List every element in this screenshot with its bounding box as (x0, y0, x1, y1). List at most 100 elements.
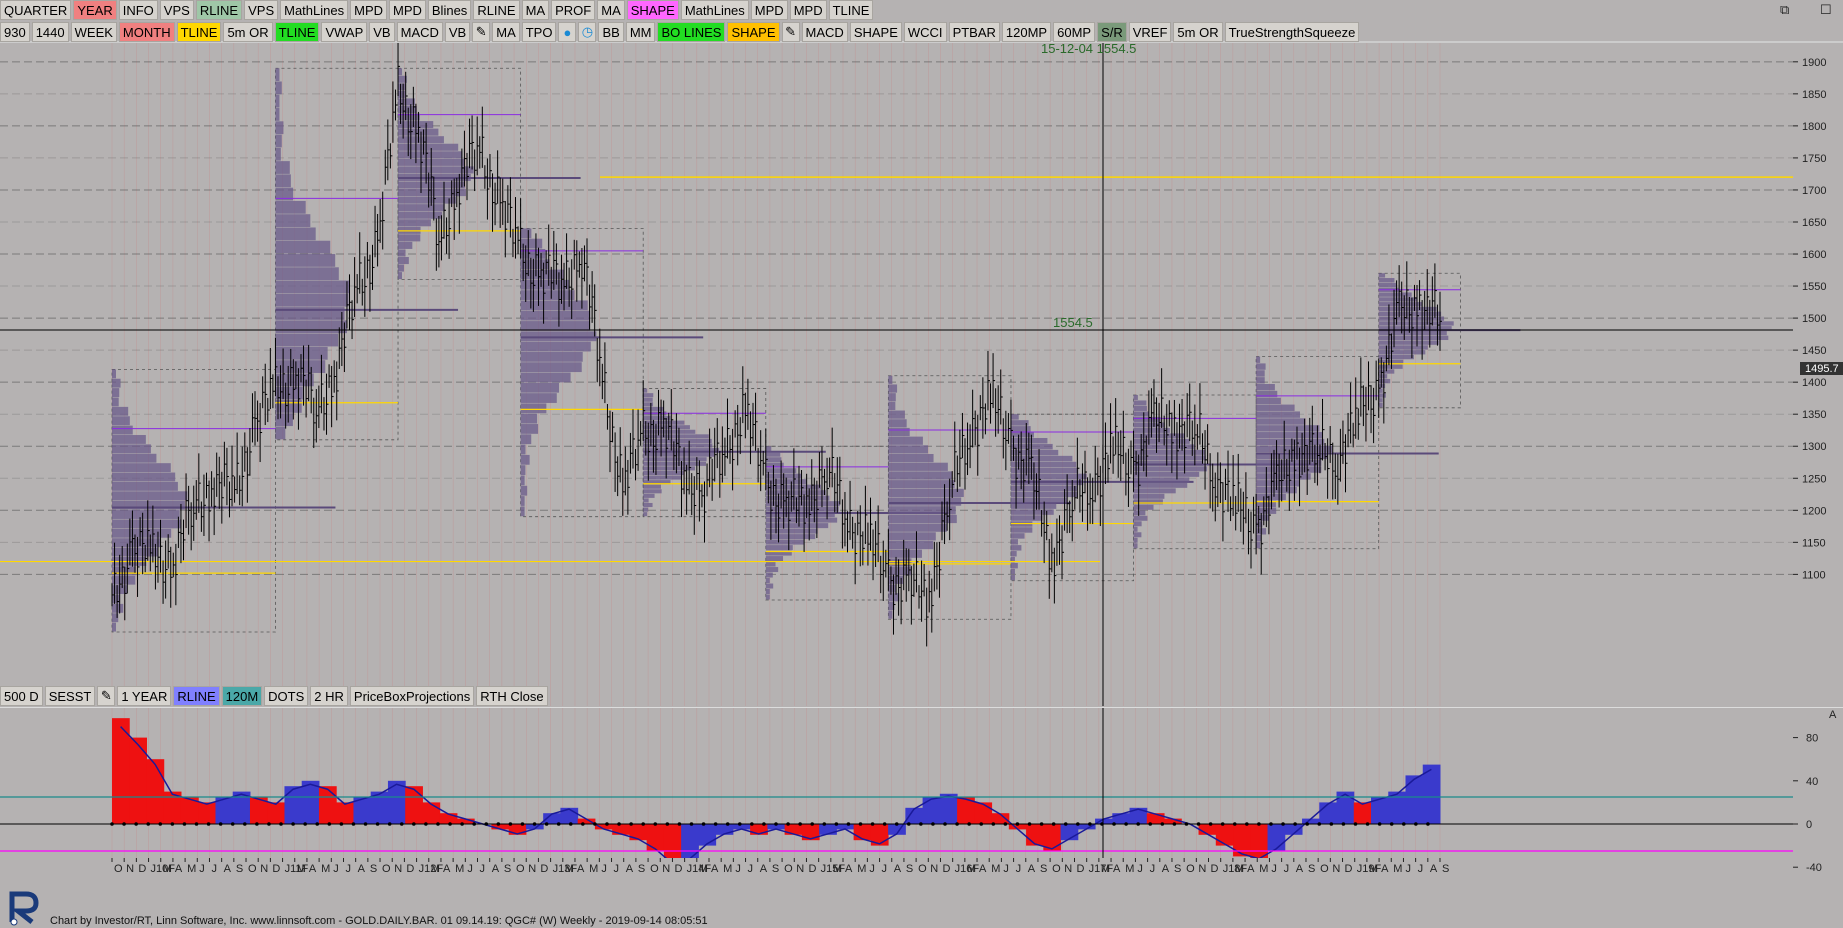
profile-bar (1133, 543, 1138, 549)
pencil-icon[interactable]: ✎ (781, 22, 800, 42)
study-button-macd[interactable]: MACD (396, 22, 443, 42)
study-button-s-r[interactable]: S/R (1097, 22, 1127, 42)
maximize-icon[interactable]: ☐ (1820, 2, 1832, 18)
study-button-truestrengthsqueeze[interactable]: TrueStrengthSqueeze (1224, 22, 1360, 42)
study-button-vps[interactable]: VPS (244, 0, 279, 20)
squeeze-dot (1160, 822, 1165, 826)
study-button-vwap[interactable]: VWAP (321, 22, 368, 42)
study-button-ma[interactable]: MA (597, 0, 625, 20)
study-button-ma[interactable]: MA (521, 0, 550, 20)
indicator-tick-label: 40 (1806, 776, 1818, 788)
study-button-priceboxprojections[interactable]: PriceBoxProjections (349, 686, 475, 706)
time-tick-label: S (370, 863, 377, 875)
study-button-vb[interactable]: VB (444, 22, 471, 42)
study-button-quarter[interactable]: QUARTER (0, 0, 72, 20)
restore-icon[interactable]: ⧉ (1780, 2, 1789, 18)
price-tick-label: 1550 (1802, 281, 1826, 293)
study-button-vref[interactable]: VREF (1128, 22, 1172, 42)
time-tick-label: A (358, 863, 366, 875)
time-tick-label: M (589, 863, 598, 875)
study-button-ptbar[interactable]: PTBAR (948, 22, 1000, 42)
study-button-ma[interactable]: MA (492, 22, 520, 42)
profile-bar (1378, 297, 1417, 302)
study-button-rline[interactable]: RLINE (195, 0, 243, 20)
study-button-vb[interactable]: VB (369, 22, 395, 42)
study-button-blines[interactable]: Blines (427, 0, 472, 20)
time-tick-label: O (784, 863, 793, 875)
study-button-mpd[interactable]: MPD (789, 0, 827, 20)
study-button-120mp[interactable]: 120MP (1001, 22, 1052, 42)
study-button-year[interactable]: YEAR (73, 0, 117, 20)
squeeze-dot (412, 822, 416, 826)
study-button-rline[interactable]: RLINE (173, 686, 220, 706)
time-tick-label: S (906, 863, 913, 875)
study-button-2-hr[interactable]: 2 HR (310, 686, 348, 706)
study-button-info[interactable]: INFO (118, 0, 158, 20)
study-button-bo-lines[interactable]: BO LINES (657, 22, 726, 42)
profile-bar (888, 375, 893, 384)
study-button-bb[interactable]: BB (598, 22, 624, 42)
study-button-month[interactable]: MONTH (118, 22, 175, 42)
squeeze-dot (665, 822, 670, 826)
study-button-tline[interactable]: TLINE (828, 0, 874, 20)
indicator-chart[interactable]: 80400-40 A O N D J10FM A M J J A S O N D J11FM A M J J A S O… (0, 708, 1843, 888)
study-button-rth-close[interactable]: RTH Close (476, 686, 548, 706)
study-button-macd[interactable]: MACD (801, 22, 848, 42)
profile-bar (398, 272, 403, 280)
price-chart[interactable]: 15-12-04 1554.5 1554.5 1900 1850 1800 1750 1… (0, 43, 1843, 706)
time-tick-label: M (1101, 863, 1110, 875)
pencil-icon[interactable]: ✎ (97, 686, 116, 706)
squeeze-dot (424, 822, 428, 826)
profile-bar (765, 539, 804, 545)
study-button-shape[interactable]: SHAPE (849, 22, 902, 42)
study-button-shape[interactable]: SHAPE (727, 22, 780, 42)
clock-icon[interactable]: ◷ (578, 22, 597, 42)
study-button-sesst[interactable]: SESST (44, 686, 96, 706)
study-button-mpd[interactable]: MPD (750, 0, 788, 20)
study-button-shape[interactable]: SHAPE (626, 0, 679, 20)
profile-bar (643, 484, 661, 489)
profile-bar (275, 240, 331, 254)
study-button-1440[interactable]: 1440 (31, 22, 69, 42)
time-tick-label: A (1381, 863, 1389, 875)
study-button-1-year[interactable]: 1 YEAR (117, 686, 172, 706)
study-button-mpd[interactable]: MPD (389, 0, 426, 20)
study-button-60mp[interactable]: 60MP (1053, 22, 1096, 42)
time-tick-label: J (869, 863, 875, 875)
study-button-120m[interactable]: 120M (221, 686, 263, 706)
study-button-mm[interactable]: MM (625, 22, 656, 42)
profile-bar (1010, 473, 1087, 480)
drop-icon[interactable]: ● (558, 22, 577, 42)
squeeze-dot (822, 822, 827, 826)
study-button-5m-or[interactable]: 5m OR (1173, 22, 1223, 42)
time-tick-label: A (711, 863, 719, 875)
study-button-mathlines[interactable]: MathLines (680, 0, 749, 20)
profile-bar (1256, 411, 1301, 418)
study-button-tline[interactable]: TLINE (176, 22, 222, 42)
study-button-rline[interactable]: RLINE (473, 0, 520, 20)
time-tick-label: D (808, 863, 816, 875)
study-button-tpo[interactable]: TPO (521, 22, 557, 42)
profile-bar (275, 333, 339, 347)
profile-bar (520, 506, 525, 517)
study-button-prof[interactable]: PROF (551, 0, 596, 20)
study-button-tline[interactable]: TLINE (274, 22, 320, 42)
study-button-mpd[interactable]: MPD (350, 0, 387, 20)
study-button-930[interactable]: 930 (0, 22, 30, 42)
profile-bar (888, 393, 896, 402)
study-button-week[interactable]: WEEK (70, 22, 117, 42)
study-button-500-d[interactable]: 500 D (0, 686, 43, 706)
profile-bar (1010, 551, 1017, 557)
profile-bar (888, 471, 953, 480)
study-button-wcci[interactable]: WCCI (903, 22, 947, 42)
profile-bar (1256, 418, 1306, 425)
profile-bar (1010, 414, 1019, 420)
study-button-vps[interactable]: VPS (159, 0, 194, 20)
study-button-5m-or[interactable]: 5m OR (223, 22, 273, 42)
time-tick-label: O (248, 863, 257, 875)
study-button-mathlines[interactable]: MathLines (280, 0, 349, 20)
pencil-icon[interactable]: ✎ (472, 22, 491, 42)
indicator-marker: A (1829, 709, 1837, 721)
study-button-dots[interactable]: DOTS (264, 686, 309, 706)
indicator-bar (1405, 775, 1424, 824)
